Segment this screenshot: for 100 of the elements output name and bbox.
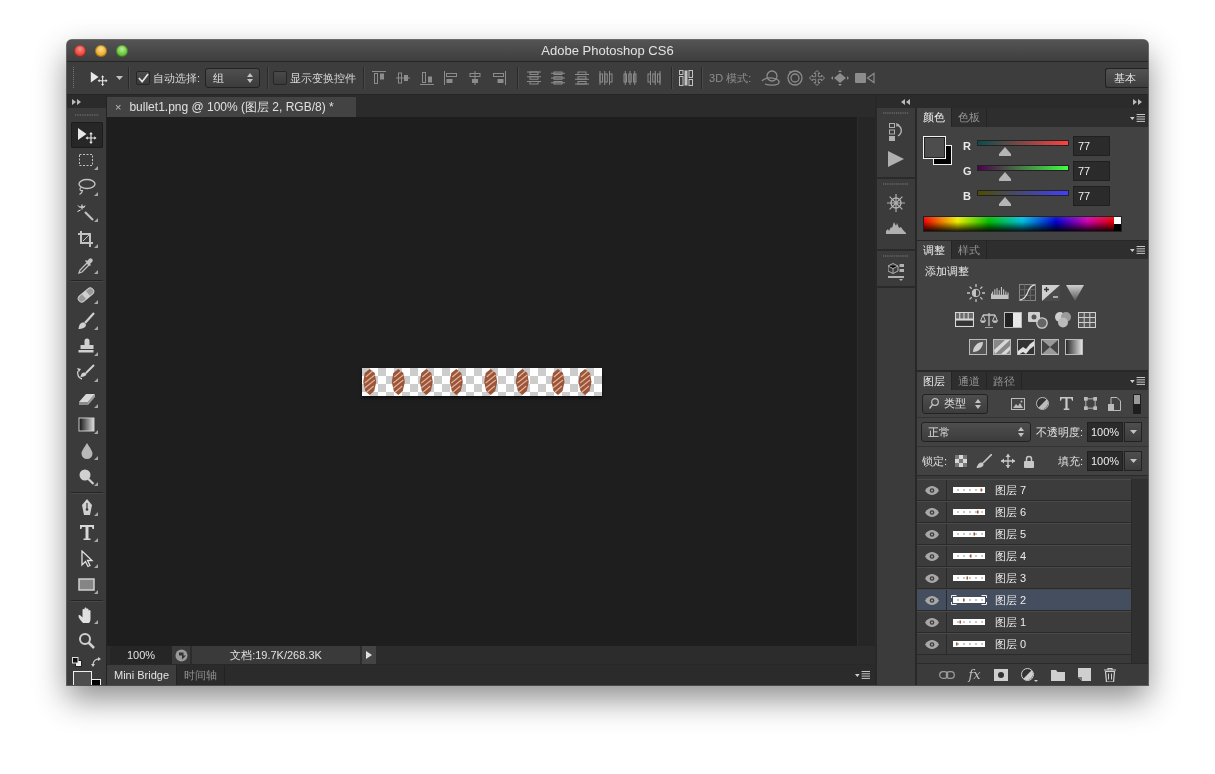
ship-wheel-icon[interactable] — [887, 194, 905, 212]
align-middle-icon[interactable] — [396, 71, 411, 85]
hue-saturation-icon[interactable] — [955, 312, 974, 327]
panel-tab[interactable]: 图层 — [917, 372, 952, 390]
distribute-center-icon[interactable] — [623, 71, 638, 85]
video-camera-icon[interactable] — [855, 72, 876, 84]
cube-icon[interactable] — [888, 263, 904, 281]
panel-tab[interactable]: 色板 — [952, 108, 987, 127]
slider-track[interactable] — [977, 164, 1069, 182]
invert-icon[interactable] — [968, 338, 987, 355]
layer-row[interactable]: 图层 3 — [917, 567, 1131, 589]
sun-icon[interactable] — [967, 283, 985, 302]
half-square-icon[interactable] — [1004, 311, 1022, 328]
swap-colors-icon[interactable] — [91, 657, 101, 667]
panel-menu-icon[interactable] — [1130, 113, 1145, 122]
page-icon[interactable] — [1108, 396, 1121, 411]
history-icon[interactable] — [889, 123, 903, 141]
play-icon[interactable] — [888, 151, 904, 167]
blend-mode-dropdown[interactable]: 正常 — [921, 422, 1031, 442]
auto-select-dropdown[interactable]: 组 — [205, 68, 261, 88]
collapse-icon[interactable] — [901, 98, 910, 105]
channel-value-field[interactable]: 77 — [1073, 136, 1110, 156]
move-arrows-icon[interactable] — [1001, 454, 1016, 468]
workspace-button[interactable]: 基本 — [1105, 68, 1148, 88]
opacity-field[interactable]: 100% — [1087, 422, 1123, 442]
panel-tab[interactable]: 调整 — [917, 241, 952, 259]
fill-dropdown-button[interactable] — [1124, 451, 1142, 471]
slider-track[interactable] — [977, 139, 1069, 157]
panel-menu-icon[interactable] — [1130, 246, 1145, 254]
selective-color-icon[interactable] — [1040, 338, 1059, 355]
layer-mask-icon[interactable] — [993, 668, 1008, 681]
panel-tab[interactable]: 路径 — [987, 372, 1022, 390]
camera-filter-icon[interactable] — [1028, 310, 1048, 329]
half-circle-icon[interactable] — [1036, 397, 1049, 410]
shape-handles-icon[interactable] — [1084, 397, 1097, 410]
zoom-level-field[interactable]: 100% — [110, 646, 172, 664]
image-icon[interactable] — [1011, 397, 1025, 410]
curves-icon[interactable] — [1019, 284, 1036, 301]
default-colors-icon[interactable] — [72, 657, 82, 667]
filter-kind-dropdown[interactable]: 类型 — [922, 393, 988, 414]
distribute-top-icon[interactable] — [527, 71, 542, 85]
layer-row[interactable]: 图层 4 — [917, 545, 1131, 567]
panel-menu-icon[interactable] — [1130, 377, 1145, 385]
align-right-icon[interactable] — [492, 71, 507, 85]
layer-row[interactable]: 图层 1 — [917, 611, 1131, 633]
color-swatch-drawing[interactable] — [923, 136, 952, 165]
distribute-left-icon[interactable] — [599, 71, 614, 85]
layer-row[interactable]: 图层 0 — [917, 633, 1131, 655]
auto-align-icon[interactable] — [679, 70, 694, 86]
channel-value-field[interactable]: 77 — [1073, 186, 1110, 206]
document-tab[interactable]: × bullet1.png @ 100% (图层 2, RGB/8) * — [107, 97, 356, 117]
color-spectrum[interactable] — [923, 216, 1122, 232]
minimize-button[interactable] — [95, 44, 107, 57]
scrollbar-track[interactable] — [1131, 479, 1148, 663]
slide-arrows-icon[interactable] — [831, 70, 850, 86]
zoom-button[interactable] — [116, 44, 128, 57]
channel-value-field[interactable]: 77 — [1073, 161, 1110, 181]
panel-menu-icon[interactable] — [855, 671, 870, 679]
caret-icon[interactable] — [116, 76, 123, 80]
move-icon[interactable] — [89, 70, 109, 86]
padlock-icon[interactable] — [1024, 454, 1035, 468]
grid-icon[interactable] — [1078, 311, 1096, 328]
layer-row[interactable]: 图层 7 — [917, 479, 1131, 501]
checkbox[interactable] — [136, 71, 150, 85]
slider-track[interactable] — [977, 189, 1069, 207]
close-button[interactable] — [74, 44, 86, 57]
fill-field[interactable]: 100% — [1087, 451, 1123, 471]
layer-style-button[interactable]: fx — [968, 667, 981, 682]
expand-icon[interactable] — [1133, 98, 1142, 105]
panel-tab[interactable]: 通道 — [952, 372, 987, 390]
checkerboard-icon[interactable] — [955, 455, 968, 467]
roll-icon[interactable] — [787, 70, 804, 86]
panel-tab[interactable]: 颜色 — [917, 108, 952, 127]
panel-tab[interactable]: Mini Bridge — [107, 665, 178, 685]
layer-row[interactable]: 图层 5 — [917, 523, 1131, 545]
panel-tab[interactable]: 时间轴 — [177, 665, 226, 685]
half-circle-icon[interactable] — [1020, 667, 1038, 682]
new-layer-icon[interactable] — [1077, 668, 1091, 681]
align-left-icon[interactable] — [444, 71, 459, 85]
distribute-bottom-icon[interactable] — [575, 71, 590, 85]
align-center-icon[interactable] — [468, 71, 483, 85]
distribute-middle-icon[interactable] — [551, 71, 566, 85]
align-bottom-icon[interactable] — [420, 71, 435, 85]
distribute-right-icon[interactable] — [647, 71, 662, 85]
brush-icon[interactable] — [976, 454, 993, 468]
folder-icon[interactable] — [1050, 668, 1065, 681]
expand-icon[interactable] — [72, 98, 81, 105]
orbit-icon[interactable] — [761, 70, 782, 86]
status-menu-button[interactable] — [362, 646, 376, 664]
move-tool[interactable] — [70, 122, 103, 148]
pan-arrows-icon[interactable] — [809, 70, 826, 86]
align-top-icon[interactable] — [372, 71, 387, 85]
panel-tab[interactable]: 样式 — [952, 241, 987, 259]
exposure-icon[interactable] — [1042, 284, 1060, 301]
posterize-icon[interactable] — [992, 338, 1011, 355]
type-icon[interactable] — [1060, 397, 1073, 410]
gradient-map-icon[interactable] — [1064, 338, 1083, 355]
layer-row[interactable]: 图层 6 — [917, 501, 1131, 523]
histogram-icon[interactable] — [886, 222, 906, 234]
toggle-switch-icon[interactable] — [1133, 393, 1141, 414]
